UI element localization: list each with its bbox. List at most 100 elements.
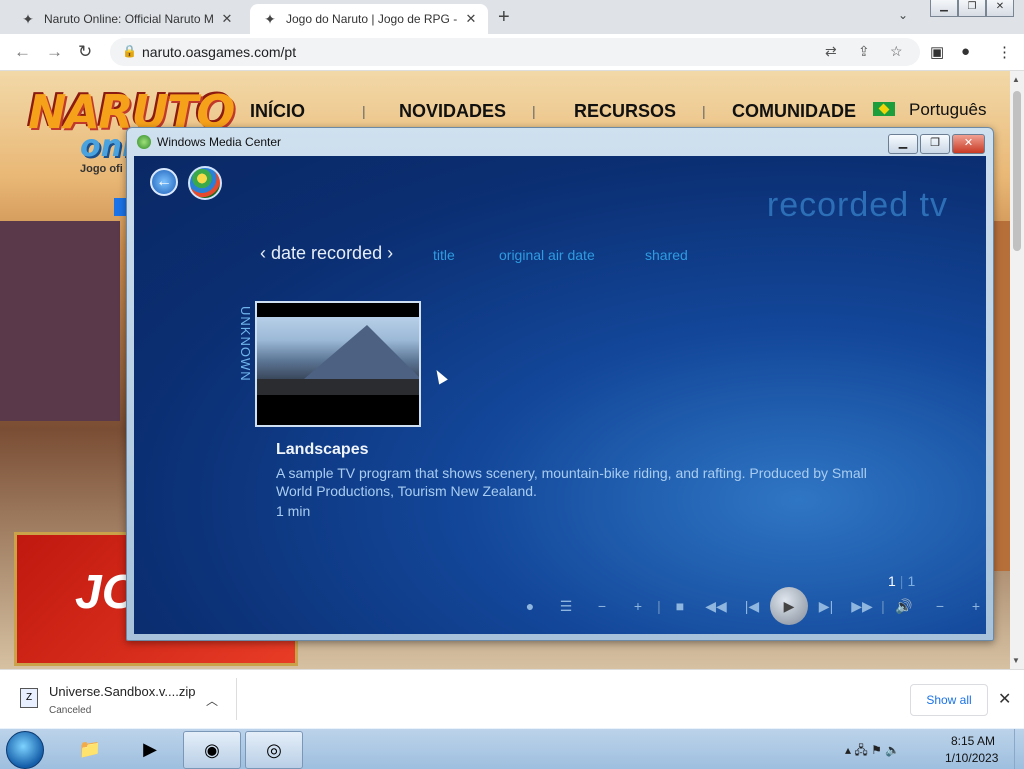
tray-expand-icon[interactable]: ▴ — [845, 743, 851, 757]
new-tab-button[interactable]: + — [498, 6, 510, 29]
show-all-button[interactable]: Show all — [910, 684, 988, 716]
volume-icon[interactable]: 🔈 — [885, 743, 900, 757]
scroll-up-icon[interactable]: ▲ — [1012, 75, 1020, 84]
zip-file-icon: Z — [20, 688, 38, 708]
forward-arrow-icon[interactable]: → — [46, 42, 63, 62]
url-text[interactable]: naruto.oasgames.com/pt — [142, 44, 296, 60]
group-label: UNKNOWN — [238, 306, 253, 382]
scroll-down-icon[interactable]: ▼ — [1012, 656, 1020, 665]
sort-active-label: date recorded — [271, 243, 383, 263]
address-bar[interactable]: 🔒 naruto.oasgames.com/pt ⇄ ⇪ ☆ — [110, 38, 920, 66]
volume-up-icon[interactable]: + — [958, 588, 986, 624]
back-arrow-icon[interactable]: ← — [150, 168, 178, 196]
skip-forward-icon[interactable]: ▶| — [808, 588, 844, 624]
sort-shared[interactable]: shared — [645, 247, 688, 263]
page-separator: | — [899, 573, 904, 589]
scrollbar-thumb[interactable] — [1013, 91, 1021, 251]
windows-start-orb-icon[interactable] — [188, 166, 222, 200]
back-arrow-icon[interactable]: ← — [14, 42, 31, 62]
nav-inicio[interactable]: INÍCIO — [250, 101, 305, 122]
window-title: Windows Media Center — [157, 135, 282, 149]
skip-back-icon[interactable]: |◀ — [734, 588, 770, 624]
page-scrollbar[interactable]: ▲ ▼ — [1010, 71, 1024, 669]
share-icon[interactable]: ⇪ — [858, 43, 870, 60]
program-duration: 1 min — [276, 503, 311, 519]
tab-naruto-online[interactable]: ✦ Naruto Online: Official Naruto M ✕ — [8, 4, 244, 34]
media-center-titlebar[interactable]: Windows Media Center — [137, 135, 281, 149]
stop-icon[interactable]: ■ — [662, 588, 698, 624]
close-tab-icon[interactable]: ✕ — [218, 11, 236, 27]
show-desktop-button[interactable] — [1014, 729, 1024, 769]
lock-icon[interactable]: 🔒 — [122, 44, 137, 58]
media-center-icon — [137, 135, 151, 149]
section-title: recorded tv — [766, 186, 948, 224]
chevron-up-icon[interactable]: ︿ — [206, 692, 218, 709]
translate-icon[interactable]: ⇄ — [825, 43, 837, 60]
chevron-right-icon[interactable]: › — [387, 243, 393, 263]
site-tagline: Jogo ofi — [80, 163, 123, 175]
wmc-minimize-button[interactable]: ▁ — [888, 134, 918, 154]
close-tab-icon[interactable]: ✕ — [462, 11, 480, 27]
record-icon[interactable]: ● — [512, 588, 548, 624]
media-center-content: ← recorded tv ‹ date recorded › title or… — [134, 156, 986, 634]
clock-time[interactable]: 8:15 AM — [951, 734, 995, 748]
maximize-button[interactable]: ❐ — [958, 0, 986, 17]
download-bar: Z Universe.Sandbox.v....zip Canceled ︿ S… — [0, 669, 1024, 729]
chrome-taskbar-icon[interactable]: ◉ — [183, 731, 241, 769]
profile-icon[interactable]: ● — [961, 43, 970, 60]
action-center-icon[interactable]: ⚑ — [871, 743, 882, 757]
network-icon[interactable]: 🖧 — [854, 743, 867, 757]
bookmark-star-icon[interactable]: ☆ — [890, 43, 903, 60]
clock-date[interactable]: 1/10/2023 — [945, 751, 998, 765]
close-download-bar-icon[interactable]: ✕ — [998, 689, 1011, 709]
play-icon[interactable]: ▶ — [770, 587, 808, 625]
nav-recursos[interactable]: RECURSOS — [574, 101, 676, 122]
sort-date-recorded[interactable]: ‹ date recorded › — [260, 243, 393, 264]
rewind-icon[interactable]: ◀◀ — [698, 588, 734, 624]
page-indicator: 1 | 1 — [888, 573, 915, 589]
tab-title: Jogo do Naruto | Jogo de RPG - — [286, 12, 458, 26]
nav-divider: | — [702, 103, 706, 119]
tab-search-chevron-icon[interactable]: ⌄ — [898, 8, 908, 22]
fast-forward-icon[interactable]: ▶▶ — [844, 588, 880, 624]
system-tray: ▴ 🖧 ⚑ 🔈 — [845, 741, 900, 762]
language-selector[interactable]: Português — [909, 100, 987, 120]
wmc-close-button[interactable]: ✕ — [952, 134, 985, 154]
download-divider — [236, 678, 237, 720]
volume-mute-icon[interactable]: 🔊 — [886, 588, 922, 624]
nav-divider: | — [532, 103, 536, 119]
program-description: A sample TV program that shows scenery, … — [276, 465, 867, 499]
explorer-taskbar-icon[interactable]: 📁 — [62, 731, 118, 767]
minimize-button[interactable]: ▁ — [930, 0, 958, 17]
tab-jogo-do-naruto[interactable]: ✦ Jogo do Naruto | Jogo de RPG - ✕ — [250, 4, 488, 34]
nav-novidades[interactable]: NOVIDADES — [399, 101, 506, 122]
chevron-left-icon[interactable]: ‹ — [260, 243, 266, 263]
menu-kebab-icon[interactable]: ⋮ — [997, 43, 1012, 61]
sort-title[interactable]: title — [433, 247, 455, 263]
sort-original-air-date[interactable]: original air date — [499, 247, 595, 263]
taskbar: 📁 ▶ ◉ ◎ ▴ 🖧 ⚑ 🔈 8:15 AM 1/10/2023 — [0, 728, 1024, 769]
program-name: Landscapes — [276, 441, 369, 458]
download-filename[interactable]: Universe.Sandbox.v....zip — [49, 684, 195, 699]
background-shop-art — [0, 221, 120, 421]
window-controls: ▁ ❐ ✕ — [930, 0, 1014, 17]
channel-down-icon[interactable]: − — [584, 588, 620, 624]
media-center-taskbar-icon[interactable]: ◎ — [245, 731, 303, 769]
wmc-maximize-button[interactable]: ❐ — [920, 134, 950, 154]
media-center-window: Windows Media Center ▁ ❐ ✕ ← recorded tv… — [126, 127, 994, 641]
nav-comunidade[interactable]: COMUNIDADE — [732, 101, 856, 122]
page-current: 1 — [888, 573, 896, 589]
channel-up-icon[interactable]: + — [620, 588, 656, 624]
reload-icon[interactable]: ↻ — [78, 42, 92, 62]
close-button[interactable]: ✕ — [986, 0, 1014, 17]
page-total: 1 — [907, 573, 916, 589]
media-player-taskbar-icon[interactable]: ▶ — [122, 731, 178, 767]
tab-title: Naruto Online: Official Naruto M — [44, 12, 214, 26]
side-panel-icon[interactable]: ▣ — [930, 43, 944, 61]
details-list-icon[interactable]: ☰ — [548, 588, 584, 624]
start-button[interactable] — [6, 731, 44, 769]
brazil-flag-icon[interactable] — [873, 102, 895, 116]
volume-down-icon[interactable]: − — [922, 588, 958, 624]
naruto-favicon-icon: ✦ — [22, 11, 34, 27]
program-thumbnail[interactable] — [255, 301, 421, 427]
